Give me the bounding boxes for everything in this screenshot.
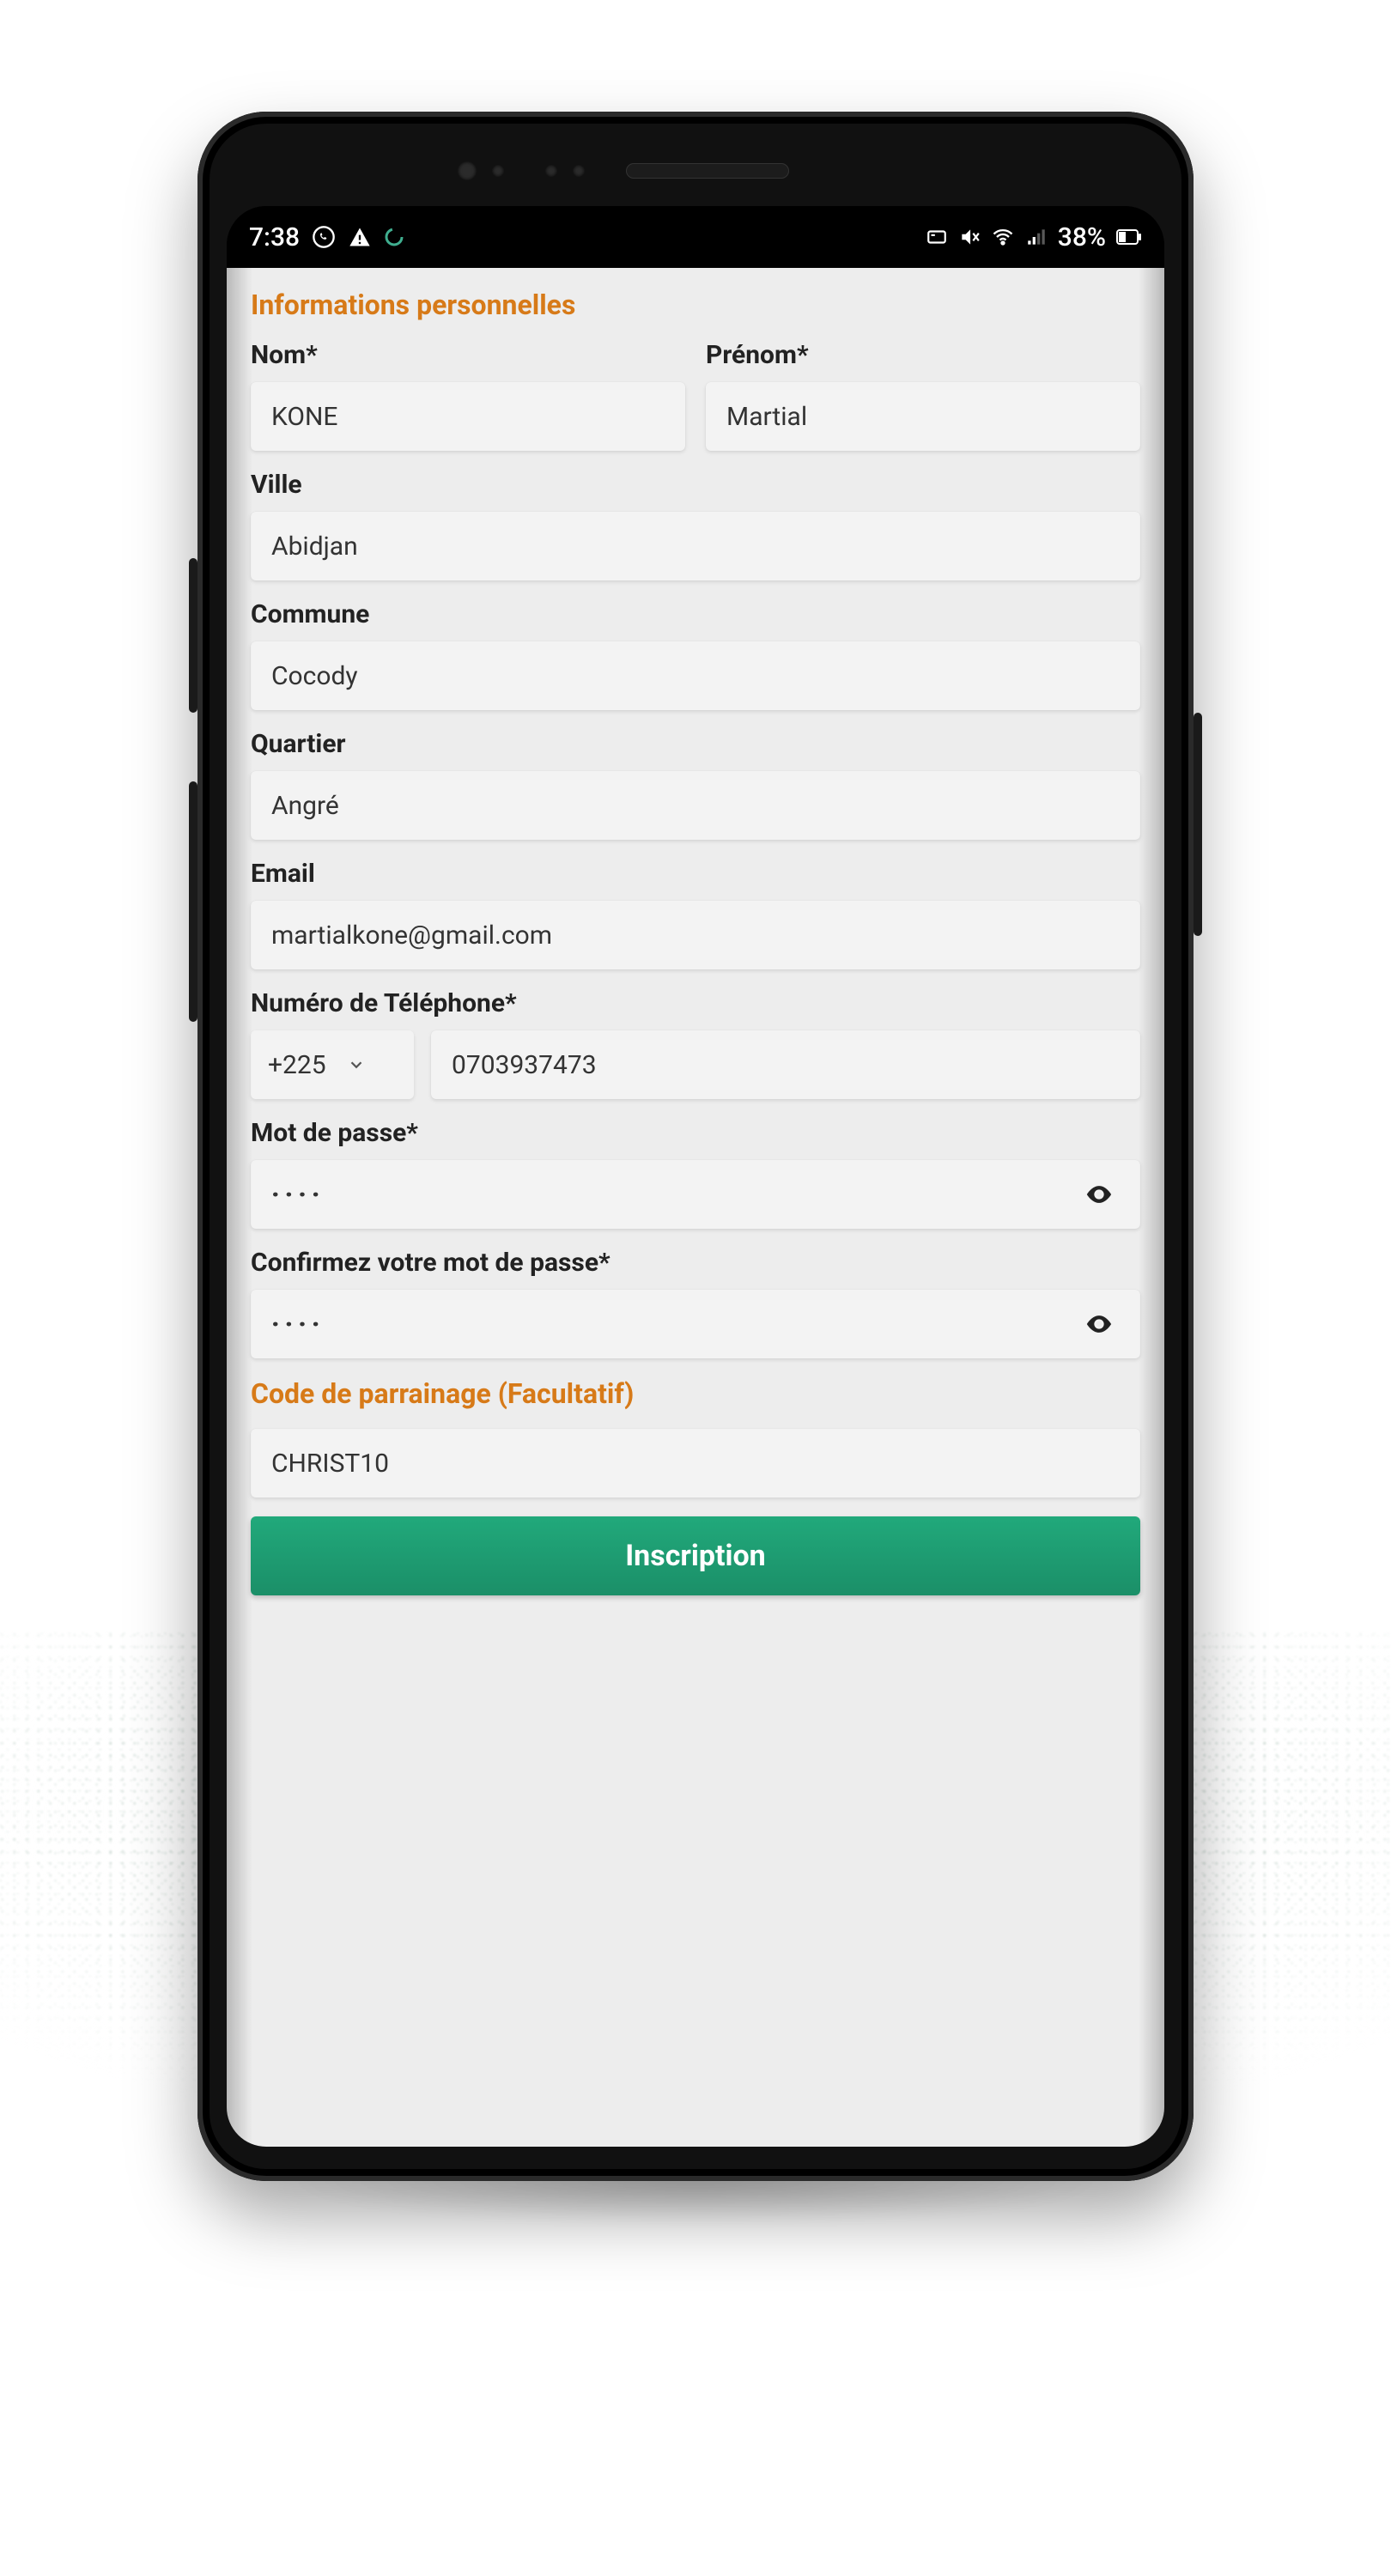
- password-field[interactable]: ····: [251, 1160, 1140, 1229]
- ville-input[interactable]: [271, 532, 1120, 562]
- sensor-icon: [545, 165, 557, 177]
- phone-top-hardware: [197, 141, 1194, 201]
- email-field[interactable]: [251, 901, 1140, 969]
- status-time: 7:38: [249, 222, 300, 252]
- mute-icon: [958, 226, 981, 248]
- toggle-password-confirm-visibility-icon[interactable]: [1078, 1303, 1120, 1345]
- signal-icon: [1025, 226, 1048, 248]
- label-telephone: Numéro de Téléphone*: [251, 988, 1140, 1018]
- phone-field[interactable]: [431, 1030, 1140, 1099]
- label-email: Email: [251, 859, 1140, 889]
- sensor-icon: [492, 165, 504, 177]
- label-prenom: Prénom*: [706, 340, 1140, 370]
- password-confirm-mask: ····: [271, 1309, 325, 1340]
- warning-icon: [348, 225, 372, 249]
- commune-input[interactable]: [271, 661, 1120, 691]
- chevron-down-icon: [347, 1055, 366, 1074]
- commune-field[interactable]: [251, 641, 1140, 710]
- quartier-field[interactable]: [251, 771, 1140, 840]
- status-bar: 7:38: [227, 206, 1164, 268]
- toggle-password-visibility-icon[interactable]: [1078, 1174, 1120, 1215]
- label-commune: Commune: [251, 599, 1140, 629]
- phone-frame: 7:38: [197, 112, 1194, 2181]
- country-code-select[interactable]: +225: [251, 1030, 414, 1099]
- power-button: [1194, 713, 1202, 936]
- quartier-input[interactable]: [271, 791, 1120, 821]
- volume-down-button: [189, 781, 197, 1022]
- prenom-field[interactable]: [706, 382, 1140, 451]
- referral-field[interactable]: [251, 1429, 1140, 1498]
- whatsapp-icon: [312, 225, 336, 249]
- wifi-icon: [991, 225, 1015, 249]
- nom-input[interactable]: [271, 402, 665, 432]
- label-nom: Nom*: [251, 340, 685, 370]
- battery-percent: 38%: [1058, 222, 1106, 252]
- ville-field[interactable]: [251, 512, 1140, 580]
- label-password: Mot de passe*: [251, 1118, 1140, 1148]
- email-input[interactable]: [271, 920, 1120, 951]
- phone-screen: 7:38: [227, 206, 1164, 2147]
- prenom-input[interactable]: [726, 402, 1120, 432]
- sensor-icon: [573, 165, 585, 177]
- app-status-icon: [384, 227, 404, 247]
- password-mask: ····: [271, 1180, 325, 1210]
- country-code-value: +225: [268, 1050, 326, 1080]
- referral-input[interactable]: [271, 1449, 1120, 1479]
- app-content[interactable]: Informations personnelles Nom* Prénom* V…: [227, 268, 1164, 2147]
- section-title-referral: Code de parrainage (Facultatif): [251, 1377, 1140, 1410]
- phone-input[interactable]: [452, 1050, 1120, 1080]
- submit-label: Inscription: [625, 1539, 766, 1573]
- card-icon: [926, 226, 948, 248]
- section-title-personal: Informations personnelles: [251, 289, 1140, 321]
- label-quartier: Quartier: [251, 729, 1140, 759]
- password-confirm-field[interactable]: ····: [251, 1290, 1140, 1358]
- nom-field[interactable]: [251, 382, 685, 451]
- label-password-confirm: Confirmez votre mot de passe*: [251, 1248, 1140, 1278]
- volume-up-button: [189, 558, 197, 713]
- battery-icon: [1116, 229, 1142, 245]
- submit-button[interactable]: Inscription: [251, 1516, 1140, 1595]
- earpiece-speaker: [626, 163, 789, 179]
- front-camera-icon: [458, 161, 477, 180]
- label-ville: Ville: [251, 470, 1140, 500]
